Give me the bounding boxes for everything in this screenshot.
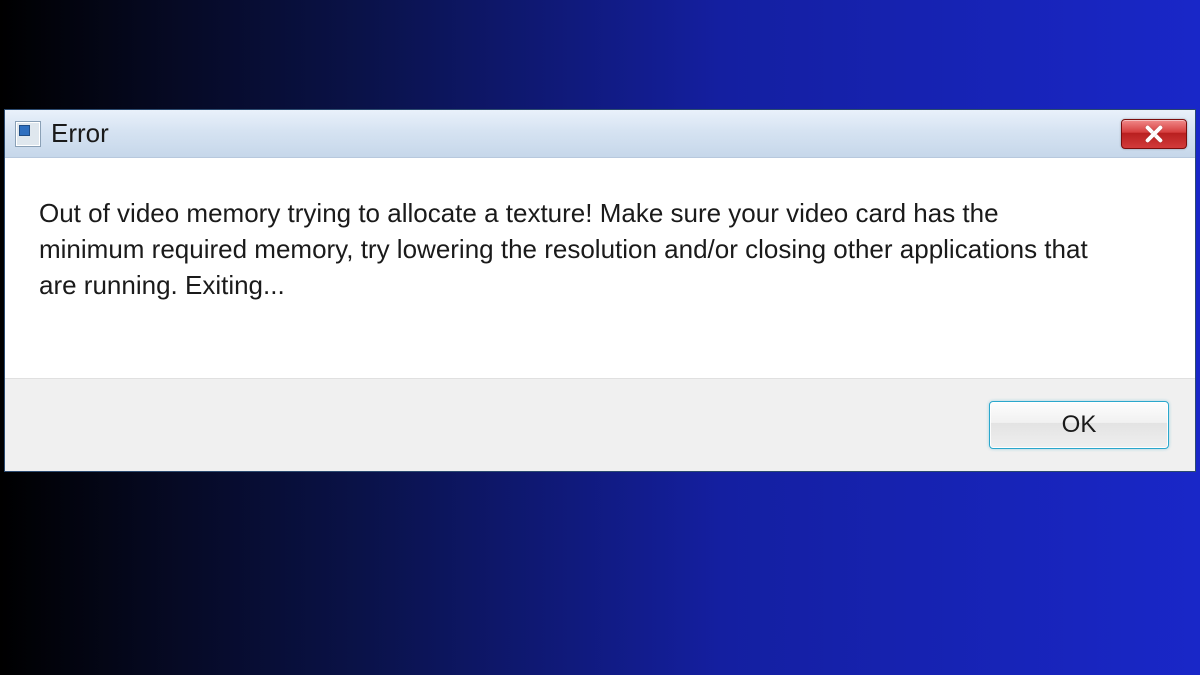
- error-message: Out of video memory trying to allocate a…: [39, 196, 1099, 304]
- close-icon: [1143, 125, 1165, 143]
- dialog-title: Error: [51, 118, 1111, 149]
- ok-button[interactable]: OK: [989, 401, 1169, 449]
- dialog-body: Out of video memory trying to allocate a…: [5, 158, 1195, 378]
- titlebar[interactable]: Error: [5, 110, 1195, 158]
- app-icon: [15, 121, 41, 147]
- desktop-backdrop: Error Out of video memory trying to allo…: [0, 109, 1200, 472]
- error-dialog: Error Out of video memory trying to allo…: [4, 109, 1196, 472]
- ok-button-label: OK: [1062, 411, 1097, 439]
- dialog-button-row: OK: [5, 378, 1195, 471]
- close-button[interactable]: [1121, 119, 1187, 149]
